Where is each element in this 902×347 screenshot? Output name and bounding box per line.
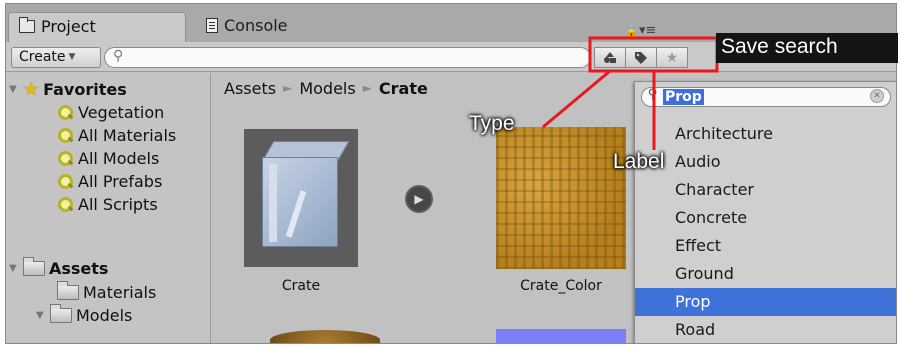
breadcrumb-item[interactable]: Assets [224,79,276,103]
tab-project-label: Project [41,17,96,36]
favorite-item-all-models[interactable]: All Models [57,147,159,169]
favorite-item-label: All Prefabs [78,171,163,191]
asset-label: Crate_Color [520,278,602,294]
label-option[interactable]: Architecture [635,120,896,148]
label-search-query: Prop [663,89,704,105]
type-filter-button[interactable] [594,47,626,68]
console-icon [206,18,218,33]
assets-label: Assets [49,258,109,278]
favorite-item-label: All Models [78,148,160,168]
favorite-item-label: All Materials [78,125,177,145]
folder-icon [50,303,72,323]
favorite-item-vegetation[interactable]: Vegetation [57,101,164,123]
favorite-item-label: All Scripts [78,194,158,214]
label-option[interactable]: Ground [635,260,896,288]
project-tree: ▼ ★ Favorites Vegetation All Materials A… [6,73,211,343]
chevron-down-icon[interactable]: ▼ [9,263,19,274]
chevron-right-icon: ► [283,81,293,95]
breadcrumb-current: Crate [378,79,428,98]
label-filter-icon [635,51,647,64]
callout-save-search: Save search [716,33,898,63]
asset-thumbnail-partial[interactable] [270,330,380,343]
type-filter-icon [604,51,616,63]
callout-type: Type [469,112,515,135]
favorite-item-label: Vegetation [78,102,165,122]
label-dropdown: ⚲ Prop ✕ Architecture Audio Character Co… [634,81,896,343]
saved-search-icon [57,127,74,144]
breadcrumb-item[interactable]: Models [299,79,355,103]
tab-project[interactable]: Project [8,12,186,42]
label-option-selected[interactable]: Prop [635,288,896,316]
crate-model-preview [262,157,338,247]
create-button-label: Create [19,49,66,65]
asset-label: Crate [281,278,321,294]
saved-search-icon [57,196,74,213]
asset-thumbnail-partial[interactable] [496,329,626,343]
assets-item-materials[interactable]: Materials [57,280,157,303]
saved-search-icon [57,104,74,121]
tab-console[interactable]: Console [196,12,396,42]
create-button[interactable]: Create ▼ [11,47,101,68]
assets-item-label: Materials [83,282,157,302]
search-input[interactable]: ⚲ [104,47,591,68]
search-icon: ⚲ [648,87,658,102]
label-option[interactable]: Character [635,176,896,204]
favorite-item-all-prefabs[interactable]: All Prefabs [57,170,162,192]
label-option[interactable]: Audio [635,148,896,176]
search-filter-buttons: ★ [594,47,719,69]
assets-item-models[interactable]: ▼ Models [36,303,133,326]
star-icon: ★ [665,49,679,66]
chevron-down-icon[interactable]: ▼ [9,84,19,95]
folder-icon [23,256,45,276]
save-search-button[interactable]: ★ [656,47,688,68]
callout-label: Label [613,150,665,173]
clear-icon[interactable]: ✕ [870,89,884,103]
expand-prefab-button[interactable]: ▶ [405,185,433,213]
lock-icon[interactable]: 🔒 [624,24,639,38]
asset-thumbnail-crate-color[interactable] [496,127,626,269]
chevron-down-icon: ▼ [68,52,76,62]
chevron-down-icon[interactable]: ▼ [36,310,46,321]
asset-thumbnail-crate[interactable] [244,129,358,267]
assets-item-label: Models [76,305,133,325]
star-icon: ★ [23,78,40,100]
label-list: Architecture Audio Character Concrete Ef… [635,120,896,343]
tab-console-label: Console [224,16,288,35]
assets-header[interactable]: ▼ Assets [9,256,109,279]
favorites-header[interactable]: ▼ ★ Favorites [9,78,127,100]
favorites-label: Favorites [43,79,127,99]
favorite-item-all-materials[interactable]: All Materials [57,124,176,146]
saved-search-icon [57,173,74,190]
search-icon: ⚲ [113,48,124,64]
favorite-item-all-scripts[interactable]: All Scripts [57,193,158,215]
label-option[interactable]: Effect [635,232,896,260]
saved-search-icon [57,150,74,167]
menu-icon[interactable]: ▾≡ [639,23,656,38]
label-search-input[interactable]: ⚲ Prop ✕ [641,87,891,107]
chevron-right-icon: ► [362,81,372,95]
play-icon: ▶ [414,192,424,206]
label-option[interactable]: Concrete [635,204,896,232]
folder-icon [57,280,79,300]
label-option[interactable]: Road [635,316,896,343]
folder-icon [19,17,35,33]
label-filter-button[interactable] [625,47,657,68]
